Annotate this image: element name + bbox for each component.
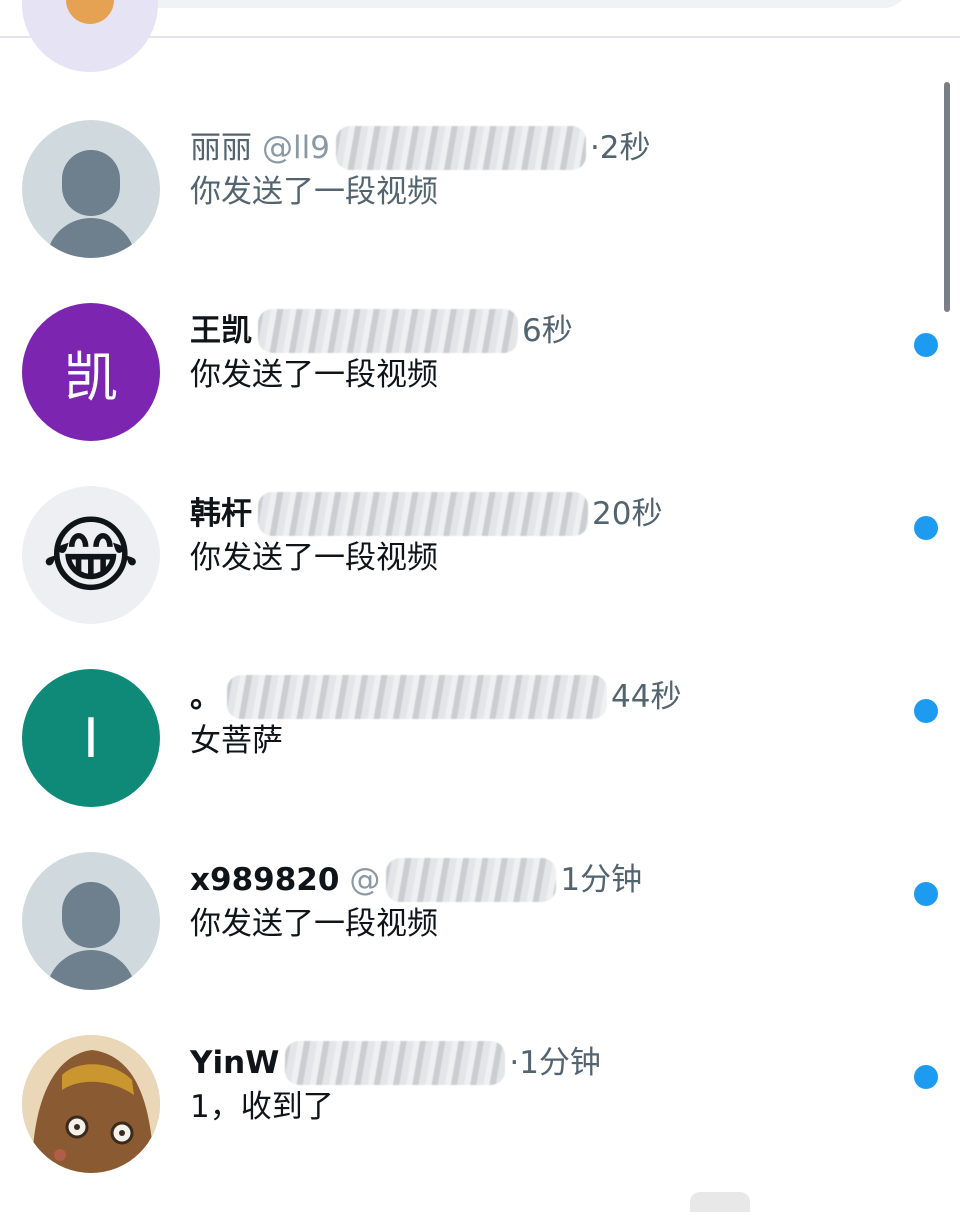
conversation-row[interactable]: x989820 @ 1分钟 你发送了一段视频	[0, 852, 960, 1035]
conversation-handle: @ll9	[262, 130, 330, 166]
avatar-initial: 凯	[64, 345, 118, 409]
next-row-peek	[690, 1192, 750, 1212]
avatar[interactable]: I	[22, 669, 160, 807]
message-preview: 女菩萨	[190, 723, 283, 759]
redaction-scribble	[258, 309, 518, 353]
conversation-header: YinW ·1分钟	[190, 1041, 601, 1085]
conversation-row[interactable]: YinW ·1分钟 1，收到了	[0, 1035, 960, 1218]
conversation-header: x989820 @ 1分钟	[190, 858, 642, 902]
message-preview: 1，收到了	[190, 1089, 334, 1125]
conversation-header: 王凯 6秒	[190, 309, 573, 353]
unread-indicator	[914, 699, 938, 723]
laughing-emoji-icon: 😂	[41, 506, 141, 604]
conversation-row[interactable]: 😂 韩杆 20秒 你发送了一段视频	[0, 486, 960, 669]
conversation-name: x989820	[190, 862, 340, 898]
conversation-name: 。	[190, 679, 221, 715]
conversation-time: 1分钟	[560, 862, 643, 898]
conversation-time: 20秒	[592, 496, 663, 532]
conversation-time: ·2秒	[589, 130, 651, 166]
avatar[interactable]: 😂	[22, 486, 160, 624]
redaction-scribble	[386, 858, 557, 902]
redaction-scribble	[285, 1041, 506, 1085]
unread-indicator	[914, 333, 938, 357]
conversation-row[interactable]: 丽丽 @ll9 ·2秒 你发送了一段视频	[0, 120, 960, 303]
unread-indicator	[914, 1065, 938, 1089]
conversation-handle: @	[349, 862, 381, 898]
conversation-list: 丽丽 @ll9 ·2秒 你发送了一段视频 凯 王凯 6秒 你发送了一段视频 😂 …	[0, 0, 960, 1200]
conversation-header: 韩杆 20秒	[190, 492, 662, 536]
scrollbar[interactable]	[944, 82, 950, 312]
conversation-name: YinW	[190, 1045, 280, 1081]
avatar[interactable]: 凯	[22, 303, 160, 441]
redaction-scribble	[335, 126, 586, 170]
avatar-initial: I	[83, 706, 99, 770]
message-preview: 你发送了一段视频	[190, 357, 438, 393]
message-preview: 你发送了一段视频	[190, 174, 438, 210]
conversation-name: 韩杆	[190, 496, 252, 532]
avatar[interactable]	[22, 852, 160, 990]
unread-indicator	[914, 516, 938, 540]
conversation-name: 王凯	[190, 313, 252, 349]
conversation-header: 丽丽 @ll9 ·2秒	[190, 126, 651, 170]
conversation-row[interactable]: I 。 44秒 女菩萨	[0, 669, 960, 852]
conversation-header: 。 44秒	[190, 675, 681, 719]
redaction-scribble	[227, 675, 607, 719]
avatar[interactable]	[22, 1035, 160, 1173]
conversation-time: 6秒	[522, 313, 573, 349]
avatar[interactable]	[22, 120, 160, 258]
message-preview: 你发送了一段视频	[190, 540, 438, 576]
conversation-name: 丽丽	[190, 130, 252, 166]
cartoon-face-icon	[22, 1035, 160, 1173]
message-preview: 你发送了一段视频	[190, 906, 438, 942]
redaction-scribble	[258, 492, 588, 536]
conversation-time: ·1分钟	[509, 1045, 601, 1081]
conversation-time: 44秒	[611, 679, 682, 715]
conversation-row[interactable]: 凯 王凯 6秒 你发送了一段视频	[0, 303, 960, 486]
unread-indicator	[914, 882, 938, 906]
